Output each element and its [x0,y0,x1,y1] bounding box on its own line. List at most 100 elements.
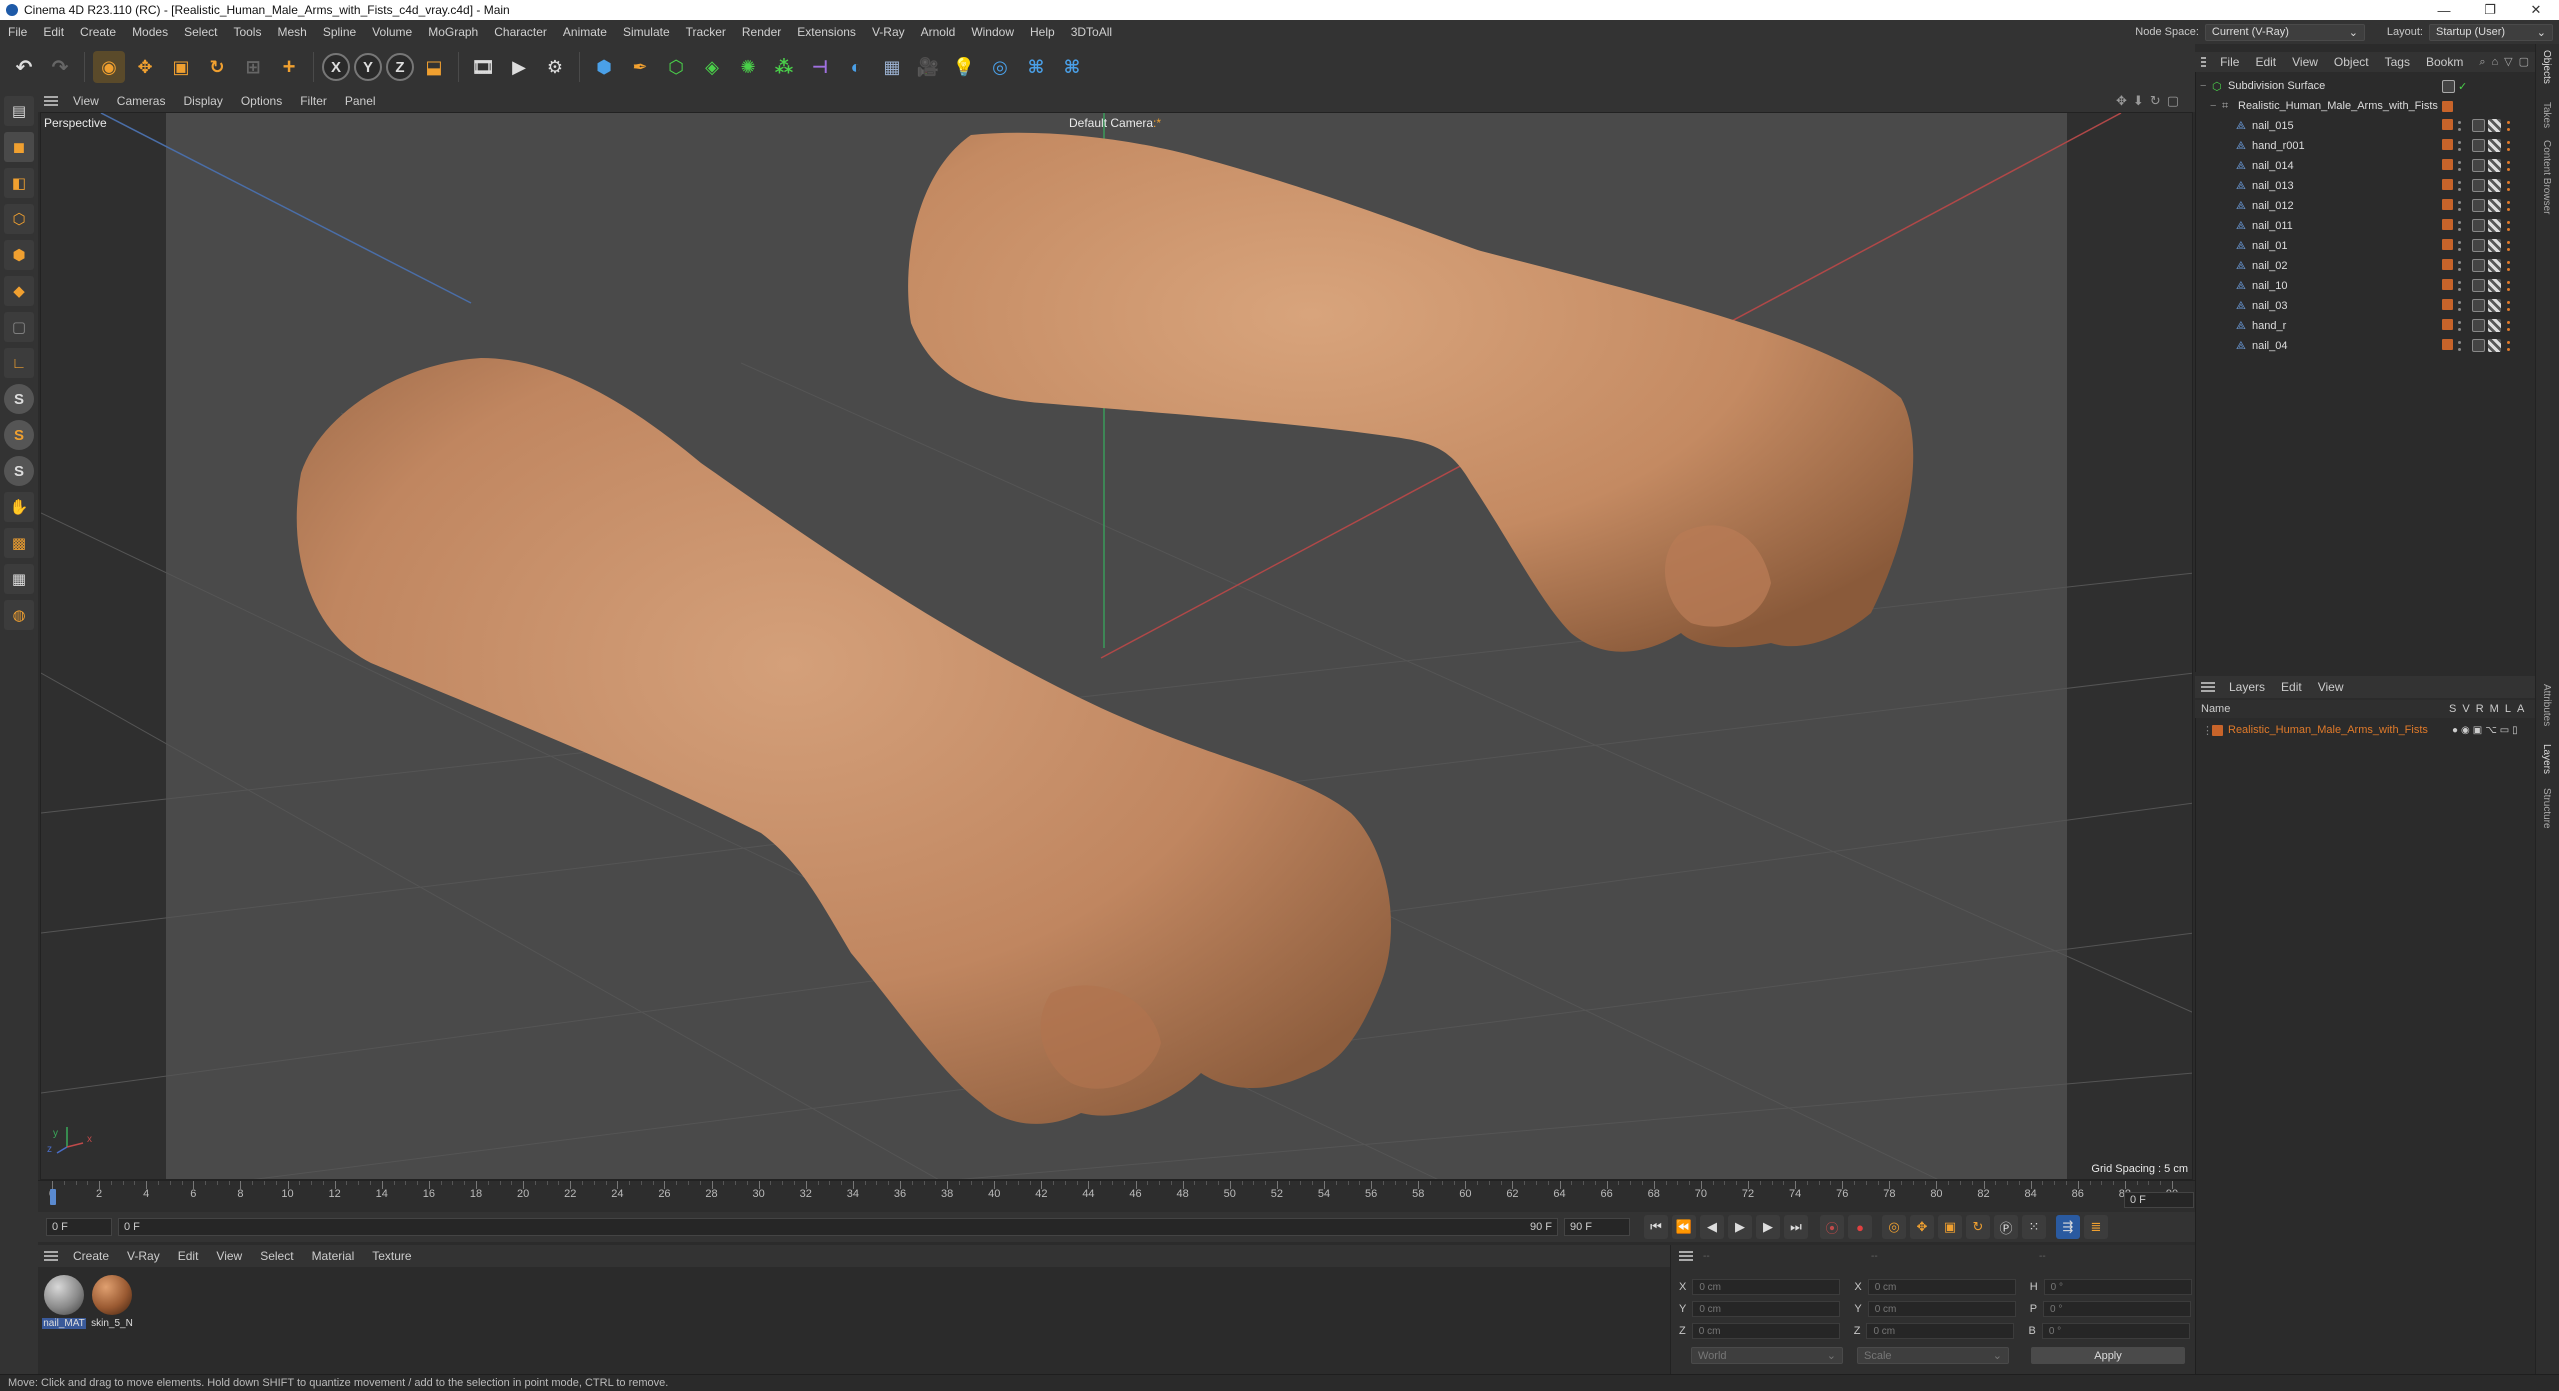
material-tag-icon[interactable] [2488,299,2501,312]
material-swatch-nail[interactable]: nail_MAT [42,1275,86,1329]
objects-menu-bookmarks[interactable]: Bookm [2418,55,2471,69]
visibility-toggle-icon[interactable] [2442,79,2455,93]
object-row-child[interactable]: ⟁ nail_011 [2196,216,2536,236]
go-to-start-icon[interactable]: ⏮ [1644,1215,1668,1239]
previous-frame-icon[interactable]: ◀ [1700,1215,1724,1239]
material-menu-create[interactable]: Create [64,1249,118,1263]
layer-color-icon[interactable] [2442,339,2453,350]
object-row-child[interactable]: ⟁ hand_r [2196,316,2536,336]
layer-color-icon[interactable] [2442,219,2453,230]
motion-system-icon[interactable]: ⇶ [2056,1215,2080,1239]
layer-color-icon[interactable] [2212,724,2223,736]
key-rotation-icon[interactable]: ↻ [1966,1215,1990,1239]
material-tag-icon[interactable] [2488,139,2501,152]
menu-edit[interactable]: Edit [35,25,72,39]
layer-color-icon[interactable] [2442,119,2453,130]
x-axis-lock-button[interactable]: X [322,53,350,81]
render-picture-viewer-icon[interactable]: ▶ [503,51,535,83]
coords-hamburger-icon[interactable] [1679,1251,1693,1261]
tag-dots-icon[interactable] [2504,319,2512,333]
material-hamburger-icon[interactable] [44,1251,58,1261]
objects-menu-object[interactable]: Object [2326,55,2377,69]
rotate-tool-icon[interactable]: ↻ [201,51,233,83]
previous-key-icon[interactable]: ⏪ [1672,1215,1696,1239]
maximize-button[interactable]: ❐ [2467,0,2513,20]
key-parameter-icon[interactable]: Ⓟ [1994,1215,2018,1239]
layer-color-icon[interactable] [2442,139,2453,150]
visibility-dots-icon[interactable] [2456,159,2462,173]
tag-dots-icon[interactable] [2504,119,2512,133]
close-button[interactable]: ✕ [2513,0,2559,20]
viewport-menu-panel[interactable]: Panel [336,94,385,108]
tag-dots-icon[interactable] [2504,279,2512,293]
menu-modes[interactable]: Modes [124,25,176,39]
axis-mode-icon[interactable]: ∟ [4,348,34,378]
tab-layers[interactable]: Layers [2541,744,2552,774]
polygons-mode-icon[interactable]: ◆ [4,276,34,306]
position-x-field[interactable]: 0 cm [1692,1279,1841,1295]
tag-dots-icon[interactable] [2504,299,2512,313]
material-tag-icon[interactable] [2488,339,2501,352]
size-x-field[interactable]: 0 cm [1867,1279,2016,1295]
timeline-window-icon[interactable]: ≣ [2084,1215,2108,1239]
z-axis-lock-button[interactable]: Z [386,53,414,81]
visibility-dots-icon[interactable] [2456,179,2462,193]
visibility-dots-icon[interactable] [2456,199,2462,213]
viewport-hamburger-icon[interactable] [44,96,58,106]
layers-menu-layers[interactable]: Layers [2221,680,2273,694]
material-menu-texture[interactable]: Texture [363,1249,420,1263]
phong-tag-icon[interactable] [2472,259,2485,272]
visibility-dots-icon[interactable] [2456,119,2462,133]
field-icon[interactable]: ◐ [840,51,872,83]
layer-color-icon[interactable] [2442,179,2453,190]
layer-row[interactable]: ⋮ Realistic_Human_Male_Arms_with_Fists ●… [2196,720,2536,740]
layer-color-icon[interactable] [2442,159,2453,170]
menu-tracker[interactable]: Tracker [678,25,734,39]
autokey-icon[interactable]: ● [1848,1215,1872,1239]
visibility-dots-icon[interactable] [2456,139,2462,153]
menu-simulate[interactable]: Simulate [615,25,678,39]
layers-menu-view[interactable]: View [2310,680,2352,694]
python-generator-icon[interactable]: ⌘ [1056,51,1088,83]
object-row-subdivision[interactable]: − ⬡ Subdivision Surface ✓ [2196,76,2536,96]
redo-icon[interactable]: ↷ [44,51,76,83]
viewport-menu-filter[interactable]: Filter [291,94,336,108]
menu-select[interactable]: Select [176,25,225,39]
live-selection-icon[interactable]: ◉ [93,51,125,83]
edges-mode-icon[interactable]: ⬢ [4,240,34,270]
menu-character[interactable]: Character [486,25,555,39]
move-tool-icon[interactable]: ✥ [129,51,161,83]
visibility-dots-icon[interactable] [2456,219,2462,233]
collapse-icon[interactable]: − [2200,80,2206,92]
workplane-icon[interactable]: ✋ [4,492,34,522]
phong-tag-icon[interactable] [2472,179,2485,192]
render-settings-icon[interactable]: ⚙ [539,51,571,83]
size-mode-dropdown[interactable]: Scale ⌄ [1857,1347,2009,1364]
object-row-child[interactable]: ⟁ nail_02 [2196,256,2536,276]
objects-menu-edit[interactable]: Edit [2247,55,2284,69]
phong-tag-icon[interactable] [2472,299,2485,312]
tab-structure[interactable]: Structure [2541,788,2552,829]
material-menu-material[interactable]: Material [303,1249,364,1263]
grid-icon[interactable]: ▩ [4,528,34,558]
current-frame-field[interactable]: 0 F [46,1218,112,1236]
layer-color-icon[interactable] [2442,279,2453,290]
object-row-child[interactable]: ⟁ nail_03 [2196,296,2536,316]
minimize-button[interactable]: — [2421,0,2467,20]
y-axis-lock-button[interactable]: Y [354,53,382,81]
menu-tools[interactable]: Tools [225,25,269,39]
keyframe-selection-icon[interactable]: ◎ [1882,1215,1906,1239]
layers-hamburger-icon[interactable] [2201,682,2215,692]
tag-dots-icon[interactable] [2504,219,2512,233]
light-icon[interactable]: 💡 [948,51,980,83]
menu-mesh[interactable]: Mesh [269,25,314,39]
phong-tag-icon[interactable] [2472,139,2485,152]
position-z-field[interactable]: 0 cm [1691,1323,1840,1339]
material-tag-icon[interactable] [2488,119,2501,132]
tab-objects[interactable]: Objects [2541,50,2552,84]
rotation-h-field[interactable]: 0 ° [2043,1279,2192,1295]
spline-pen-icon[interactable]: ✒ [624,51,656,83]
material-menu-view[interactable]: View [207,1249,251,1263]
locked-workplane-icon[interactable]: ▦ [4,564,34,594]
subdivision-generator-icon[interactable]: ⬡ [660,51,692,83]
